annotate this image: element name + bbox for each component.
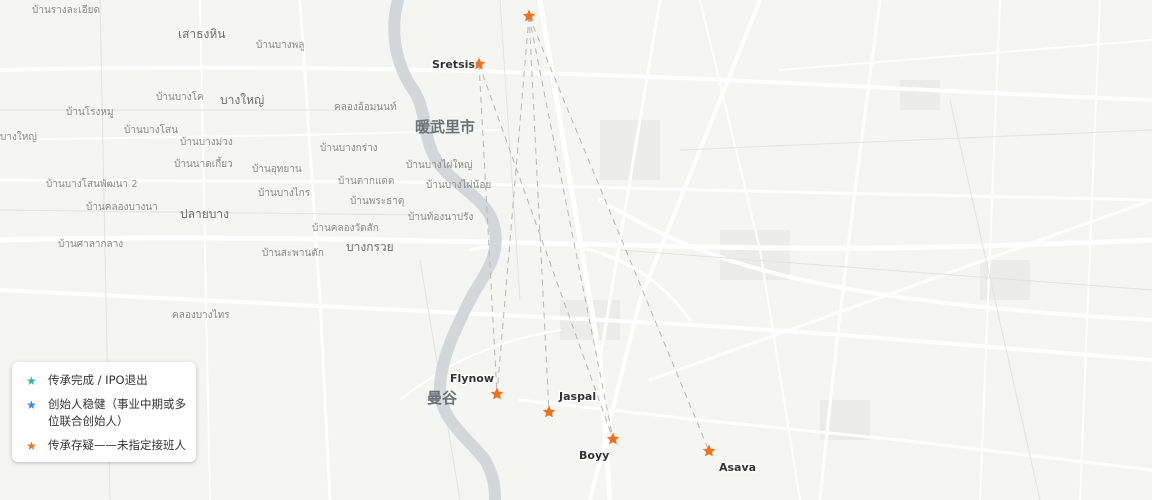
legend-item-uncertain[interactable]: ★ 传承存疑——未指定接班人 xyxy=(26,437,186,454)
place-label: บ้านบางพลู xyxy=(256,39,304,51)
place-label: บางใหญ่ xyxy=(0,131,37,143)
place-label: บ้านบางไกร xyxy=(258,187,311,199)
place-label: บางกรวย xyxy=(346,240,394,254)
place-label: เสาธงหิน xyxy=(178,27,225,41)
place-label: บ้านอุทยาน xyxy=(252,163,302,175)
place-label: บ้านนาดเกี้ยว xyxy=(174,156,233,170)
place-label: บ้านท้องนาปรัง xyxy=(408,211,473,223)
place-labels: บ้านรางละเอียด เสาธงหิน บ้านบางพลู บ้านบ… xyxy=(0,4,491,321)
river xyxy=(388,0,502,500)
place-label: บ้านศาลากลาง xyxy=(58,238,123,250)
marker-flynow[interactable] xyxy=(490,387,504,400)
star-icon: ★ xyxy=(26,439,37,453)
star-icon xyxy=(542,405,556,418)
place-label: บ้านบางกร่าง xyxy=(320,142,378,154)
place-label: บ้านตากแดด xyxy=(338,175,394,187)
marker-label-boyy: Boyy xyxy=(579,449,609,462)
city-label-bangkok: 曼谷 xyxy=(427,389,458,407)
place-label: บ้านโรงหมู xyxy=(66,105,114,118)
city-label-nonthaburi: 暖武里市 xyxy=(415,118,475,136)
connector-lines xyxy=(478,15,710,452)
place-label: บ้านรางละเอียด xyxy=(32,4,100,16)
place-label: บ้านบางไผ่ใหญ่ xyxy=(406,159,473,171)
star-icon: ★ xyxy=(26,398,37,412)
place-label: ปลายบาง xyxy=(180,207,229,221)
legend-label: 传承存疑——未指定接班人 xyxy=(48,438,186,452)
marker-boyy[interactable] xyxy=(606,432,620,445)
place-label: บ้านบางโสนพัฒนา 2 xyxy=(46,177,138,190)
place-label: บ้านคลองวัดสัก xyxy=(312,222,379,234)
marker-labels: Sretsis Flynow Jaspal Boyy Asava xyxy=(431,57,758,476)
marker-label-flynow: Flynow xyxy=(450,372,494,385)
place-label: บางใหญ่ xyxy=(220,93,264,107)
place-label: บ้านบางโค xyxy=(156,90,204,103)
star-icon xyxy=(490,387,504,400)
legend-label: 创始人稳健（事业中期或多位联合创始人） xyxy=(48,397,186,428)
star-icon xyxy=(606,432,620,445)
marker-label-jaspal: Jaspal xyxy=(558,390,596,403)
place-label: บ้านบางม่วง xyxy=(180,136,233,148)
place-label: บ้านสะพานตัก xyxy=(262,247,324,259)
place-label: บ้านพระธาตุ xyxy=(350,195,404,207)
marker-jaspal[interactable] xyxy=(542,405,556,418)
legend-item-ipo[interactable]: ★ 传承完成 / IPO退出 xyxy=(26,372,186,389)
place-label: บ้านบางโสน xyxy=(124,123,178,136)
star-icon xyxy=(702,444,716,457)
place-label: บ้านบางไผ่น้อย xyxy=(426,179,491,191)
place-label: คลองบางไทร xyxy=(172,309,230,321)
place-label: คลองอ้อมนนท์ xyxy=(334,101,397,113)
place-label: บ้านคลองบางนา xyxy=(86,201,158,213)
marker-label-sretsis: Sretsis xyxy=(432,58,475,71)
legend-item-stable[interactable]: ★ 创始人稳健（事业中期或多位联合创始人） xyxy=(26,396,186,430)
marker-asava[interactable] xyxy=(702,444,716,457)
marker-label-asava: Asava xyxy=(719,461,756,474)
legend-label: 传承完成 / IPO退出 xyxy=(48,373,148,387)
star-icon: ★ xyxy=(26,374,37,388)
legend: ★ 传承完成 / IPO退出 ★ 创始人稳健（事业中期或多位联合创始人） ★ 传… xyxy=(12,362,196,462)
